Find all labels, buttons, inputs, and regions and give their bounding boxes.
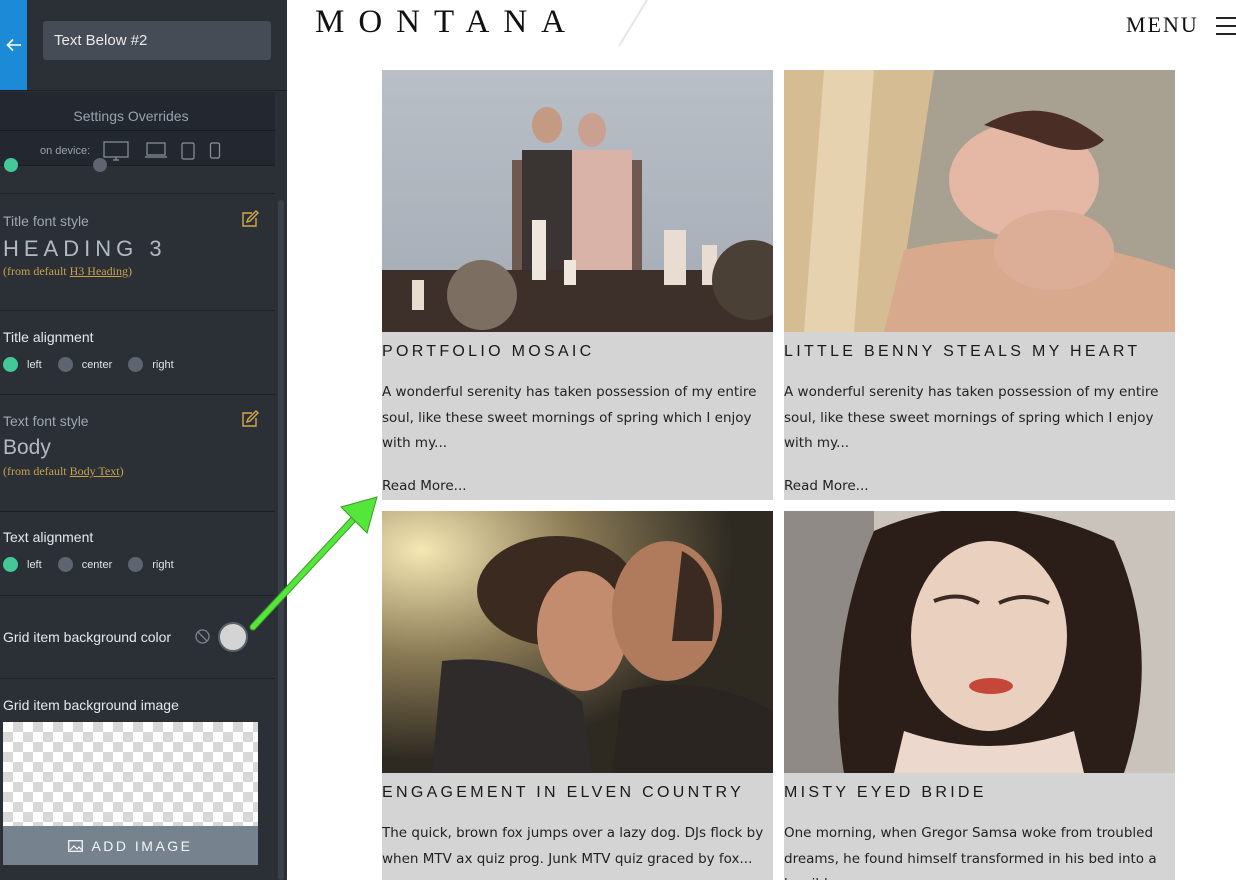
- bg-image-label: Grid item background image: [3, 697, 179, 713]
- card-title[interactable]: LITTLE BENNY STEALS MY HEART: [784, 343, 1141, 361]
- bg-color-label: Grid item background color: [3, 629, 172, 645]
- edit-icon[interactable]: [240, 410, 259, 434]
- annotation-arrow: [249, 496, 378, 631]
- text-alignment-section: Text alignment left center right: [0, 512, 275, 596]
- laptop-device-icon[interactable]: [144, 140, 168, 162]
- grid-item[interactable]: MISTY EYED BRIDE One morning, when Grego…: [784, 511, 1175, 880]
- grid-item[interactable]: LITTLE BENNY STEALS MY HEART A wonderful…: [784, 70, 1175, 500]
- radio-label-left: left: [27, 358, 42, 371]
- card-excerpt: The quick, brown fox jumps over a lazy d…: [382, 825, 764, 867]
- card-photo-bride-portrait: [784, 511, 1175, 773]
- device-label: on device:: [40, 145, 91, 157]
- image-icon: [68, 839, 84, 852]
- title-alignment-options: left center right: [3, 357, 190, 372]
- card-title[interactable]: PORTFOLIO MOSAIC: [382, 343, 595, 361]
- card-title[interactable]: MISTY EYED BRIDE: [784, 784, 987, 802]
- color-swatch[interactable]: [218, 622, 248, 652]
- title-font-label: Title font style: [3, 213, 89, 229]
- desktop-device-icon[interactable]: [103, 140, 129, 162]
- add-image-label: ADD IMAGE: [91, 837, 193, 854]
- title-font-default-note: (from default H3 Heading): [3, 264, 132, 278]
- back-button[interactable]: [0, 0, 27, 90]
- card-excerpt: A wonderful serenity has taken possessio…: [784, 384, 1159, 451]
- card-excerpt: A wonderful serenity has taken possessio…: [382, 384, 757, 451]
- card-title[interactable]: ENGAGEMENT IN ELVEN COUNTRY: [382, 784, 744, 802]
- divider: [0, 130, 275, 131]
- site-preview: MONTANA MENU PORTFOLIO MOSAIC A wonderfu…: [287, 0, 1236, 880]
- radio-left[interactable]: [3, 357, 18, 372]
- text-alignment-options: left center right: [3, 557, 190, 572]
- title-font-section: Title font style HEADING 3 (from default…: [0, 194, 275, 311]
- card-photo-baby-shoulder: [784, 70, 1175, 332]
- radio-label-center: center: [81, 358, 113, 371]
- radio-label-center: center: [81, 558, 113, 571]
- arrow-left-icon: [5, 38, 21, 52]
- read-more-link[interactable]: Read More...: [784, 478, 869, 494]
- settings-overrides-title: Settings Overrides: [73, 108, 189, 124]
- text-font-default-note: (from default Body Text): [3, 464, 124, 478]
- radio-left[interactable]: [3, 557, 18, 572]
- element-name-input[interactable]: [43, 21, 271, 60]
- hamburger-menu-icon[interactable]: [1216, 17, 1236, 41]
- settings-overrides-bar: Settings Overrides on device:: [0, 92, 275, 166]
- phone-device-icon[interactable]: [209, 140, 221, 162]
- text-font-section: Text font style Body (from default Body …: [0, 395, 275, 512]
- radio-label-right: right: [152, 358, 174, 371]
- body-text-link[interactable]: Body Text: [70, 464, 120, 478]
- card-photo-engagement: [382, 511, 773, 773]
- text-alignment-label: Text alignment: [3, 529, 94, 545]
- card-photo-couple-candles: [382, 70, 773, 332]
- text-font-label: Text font style: [3, 413, 89, 429]
- grid-item[interactable]: ENGAGEMENT IN ELVEN COUNTRY The quick, b…: [382, 511, 773, 880]
- radio-label-left: left: [27, 558, 42, 571]
- h3-heading-link[interactable]: H3 Heading: [70, 264, 128, 278]
- site-logo[interactable]: MONTANA: [315, 4, 579, 41]
- radio-dot[interactable]: [93, 158, 107, 172]
- sidebar-header: [0, 0, 287, 91]
- radio-label-right: right: [152, 558, 174, 571]
- radio-dot[interactable]: [4, 158, 18, 172]
- title-font-value: HEADING 3: [3, 236, 167, 261]
- read-more-link[interactable]: Read More...: [382, 478, 467, 494]
- title-alignment-section: Title alignment left center right: [0, 311, 275, 395]
- radio-center[interactable]: [57, 557, 73, 572]
- radio-right[interactable]: [128, 357, 144, 372]
- settings-sidebar: Settings Overrides on device: Title font…: [0, 0, 287, 880]
- add-image-button[interactable]: ADD IMAGE: [3, 826, 258, 865]
- edit-icon[interactable]: [240, 210, 259, 234]
- partial-radio-row: [0, 158, 275, 194]
- grid-item[interactable]: PORTFOLIO MOSAIC A wonderful serenity ha…: [382, 70, 773, 500]
- logo-decoration: [618, 0, 648, 47]
- no-color-icon[interactable]: [195, 629, 210, 649]
- radio-center[interactable]: [57, 357, 73, 372]
- card-excerpt: One morning, when Gregor Samsa woke from…: [784, 825, 1157, 880]
- tablet-device-icon[interactable]: [181, 140, 195, 162]
- title-alignment-label: Title alignment: [3, 329, 94, 345]
- menu-label[interactable]: MENU: [1126, 12, 1199, 38]
- radio-right[interactable]: [128, 557, 144, 572]
- text-font-value: Body: [3, 436, 51, 459]
